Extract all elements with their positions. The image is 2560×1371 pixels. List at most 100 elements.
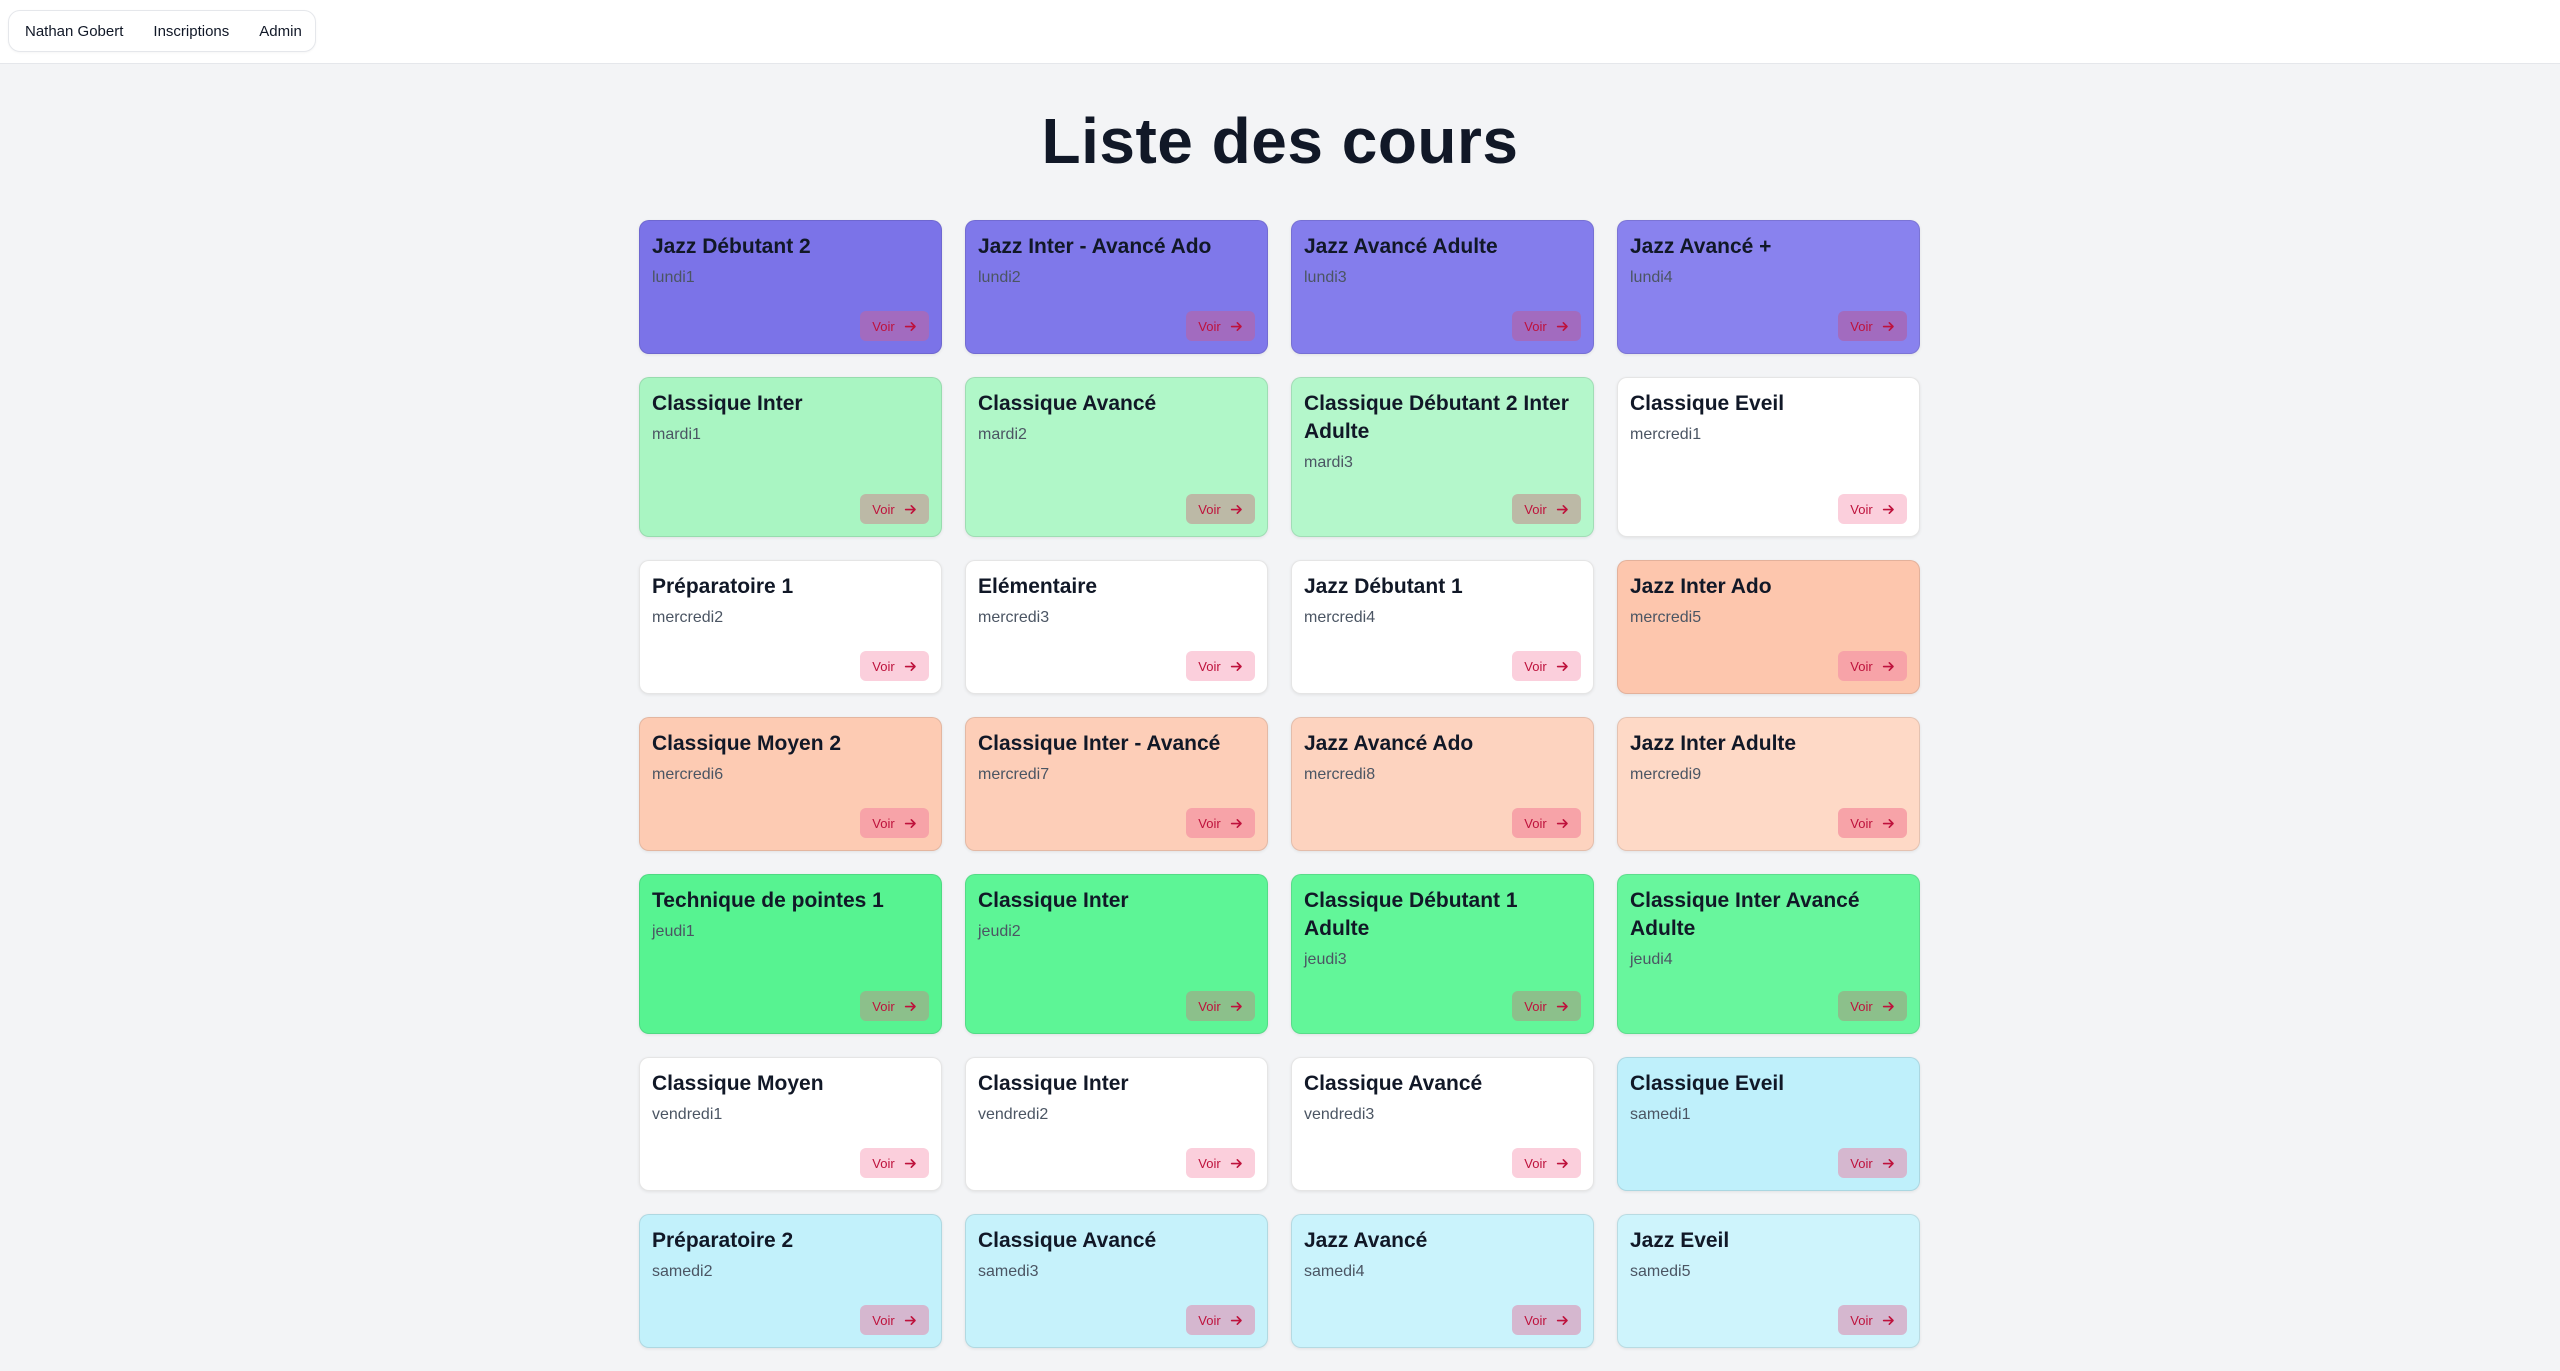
nav-item-inscriptions[interactable]: Inscriptions <box>137 23 243 40</box>
course-title: Classique Débutant 1 Adulte <box>1304 889 1518 940</box>
course-card[interactable]: Jazz Inter Ado mercredi5 Voir <box>1617 560 1920 694</box>
course-card[interactable]: Classique Débutant 1 Adulte jeudi3 Voir <box>1291 874 1594 1034</box>
course-title: Classique Eveil <box>1630 1072 1785 1095</box>
arrow-right-icon <box>1556 321 1568 331</box>
course-card[interactable]: Classique Avancé samedi3 Voir <box>965 1214 1268 1348</box>
voir-button[interactable]: Voir <box>1186 311 1255 341</box>
voir-label: Voir <box>1850 501 1873 517</box>
course-card[interactable]: Préparatoire 2 samedi2 Voir <box>639 1214 942 1348</box>
course-title: Jazz Inter Adulte <box>1630 732 1797 755</box>
voir-button[interactable]: Voir <box>1512 1148 1581 1178</box>
course-code: samedi2 <box>652 1263 713 1280</box>
course-title: Jazz Inter Ado <box>1630 575 1772 598</box>
course-card[interactable]: Classique Inter Avancé Adulte jeudi4 Voir <box>1617 874 1920 1034</box>
course-card[interactable]: Classique Débutant 2 Inter Adulte mardi3 V… <box>1291 377 1594 537</box>
voir-button[interactable]: Voir <box>1838 651 1907 681</box>
voir-button[interactable]: Voir <box>1512 991 1581 1021</box>
course-code: mercredi8 <box>1304 766 1376 783</box>
course-title: Préparatoire 2 <box>652 1229 794 1252</box>
voir-label: Voir <box>1850 318 1873 334</box>
course-title: Classique Inter <box>978 1072 1129 1095</box>
voir-label: Voir <box>1524 1312 1547 1328</box>
voir-button[interactable]: Voir <box>860 1148 929 1178</box>
course-card[interactable]: Jazz Inter - Avancé Ado lundi2 Voir <box>965 220 1268 354</box>
nav-item-user[interactable]: Nathan Gobert <box>17 23 137 40</box>
voir-button[interactable]: Voir <box>1186 808 1255 838</box>
course-title: Classique Inter <box>652 392 803 415</box>
voir-button[interactable]: Voir <box>1512 494 1581 524</box>
course-card[interactable]: Classique Inter - Avancé mercredi7 Voir <box>965 717 1268 851</box>
course-code: mercredi9 <box>1630 766 1702 783</box>
nav-item-admin[interactable]: Admin <box>243 23 316 40</box>
course-card[interactable]: Préparatoire 1 mercredi2 Voir <box>639 560 942 694</box>
voir-label: Voir <box>872 1155 895 1171</box>
course-card[interactable]: Classique Moyen vendredi1 Voir <box>639 1057 942 1191</box>
voir-button[interactable]: Voir <box>860 1305 929 1335</box>
voir-button[interactable]: Voir <box>1186 651 1255 681</box>
course-card[interactable]: Jazz Inter Adulte mercredi9 Voir <box>1617 717 1920 851</box>
course-code: samedi1 <box>1630 1106 1691 1123</box>
voir-label: Voir <box>1524 658 1547 674</box>
voir-button[interactable]: Voir <box>1838 1148 1907 1178</box>
course-code: jeudi3 <box>1304 951 1347 968</box>
course-card[interactable]: Classique Avancé mardi2 Voir <box>965 377 1268 537</box>
voir-button[interactable]: Voir <box>1186 494 1255 524</box>
arrow-right-icon <box>904 321 916 331</box>
arrow-right-icon <box>904 818 916 828</box>
course-card[interactable]: Elémentaire mercredi3 Voir <box>965 560 1268 694</box>
voir-button[interactable]: Voir <box>1186 1148 1255 1178</box>
course-code: mercredi1 <box>1630 426 1702 443</box>
course-card[interactable]: Classique Inter vendredi2 Voir <box>965 1057 1268 1191</box>
course-title: Classique Inter - Avancé <box>978 732 1221 755</box>
course-grid: Jazz Débutant 2 lundi1 Voir Jazz Inter - Av… <box>639 220 1921 1371</box>
voir-button[interactable]: Voir <box>1838 991 1907 1021</box>
voir-button[interactable]: Voir <box>1186 1305 1255 1335</box>
voir-label: Voir <box>1524 501 1547 517</box>
voir-button[interactable]: Voir <box>1512 1305 1581 1335</box>
course-title: Jazz Avancé Ado <box>1304 732 1474 755</box>
course-card[interactable]: Classique Eveil mercredi1 Voir <box>1617 377 1920 537</box>
voir-button[interactable]: Voir <box>860 808 929 838</box>
course-card[interactable]: Jazz Avancé Adulte lundi3 Voir <box>1291 220 1594 354</box>
arrow-right-icon <box>1230 1158 1242 1168</box>
voir-button[interactable]: Voir <box>860 651 929 681</box>
voir-label: Voir <box>872 815 895 831</box>
course-card[interactable]: Jazz Débutant 1 mercredi4 Voir <box>1291 560 1594 694</box>
arrow-right-icon <box>1882 321 1894 331</box>
course-code: samedi3 <box>978 1263 1039 1280</box>
voir-button[interactable]: Voir <box>860 991 929 1021</box>
voir-button[interactable]: Voir <box>860 311 929 341</box>
course-card[interactable]: Jazz Débutant 2 lundi1 Voir <box>639 220 942 354</box>
voir-button[interactable]: Voir <box>860 494 929 524</box>
voir-button[interactable]: Voir <box>1512 651 1581 681</box>
voir-label: Voir <box>1198 501 1221 517</box>
course-card[interactable]: Classique Eveil samedi1 Voir <box>1617 1057 1920 1191</box>
course-card[interactable]: Jazz Avancé + lundi4 Voir <box>1617 220 1920 354</box>
course-card[interactable]: Technique de pointes 1 jeudi1 Voir <box>639 874 942 1034</box>
arrow-right-icon <box>1230 321 1242 331</box>
voir-button[interactable]: Voir <box>1512 808 1581 838</box>
course-title: Jazz Inter - Avancé Ado <box>978 235 1212 258</box>
course-card[interactable]: Jazz Avancé Ado mercredi8 Voir <box>1291 717 1594 851</box>
course-title: Classique Inter Avancé Adulte <box>1630 889 1860 940</box>
course-card[interactable]: Jazz Eveil samedi5 Voir <box>1617 1214 1920 1348</box>
course-card[interactable]: Classique Inter jeudi2 Voir <box>965 874 1268 1034</box>
course-card[interactable]: Classique Inter mardi1 Voir <box>639 377 942 537</box>
course-title: Classique Moyen 2 <box>652 732 842 755</box>
voir-button[interactable]: Voir <box>1838 1305 1907 1335</box>
course-code: mercredi4 <box>1304 609 1376 626</box>
arrow-right-icon <box>904 1315 916 1325</box>
voir-label: Voir <box>1198 658 1221 674</box>
voir-button[interactable]: Voir <box>1838 494 1907 524</box>
voir-label: Voir <box>1850 1312 1873 1328</box>
course-card[interactable]: Classique Avancé vendredi3 Voir <box>1291 1057 1594 1191</box>
voir-label: Voir <box>872 658 895 674</box>
course-card[interactable]: Classique Moyen 2 mercredi6 Voir <box>639 717 942 851</box>
arrow-right-icon <box>904 1001 916 1011</box>
arrow-right-icon <box>1230 1001 1242 1011</box>
voir-button[interactable]: Voir <box>1838 808 1907 838</box>
course-card[interactable]: Jazz Avancé samedi4 Voir <box>1291 1214 1594 1348</box>
voir-button[interactable]: Voir <box>1512 311 1581 341</box>
voir-button[interactable]: Voir <box>1838 311 1907 341</box>
voir-button[interactable]: Voir <box>1186 991 1255 1021</box>
